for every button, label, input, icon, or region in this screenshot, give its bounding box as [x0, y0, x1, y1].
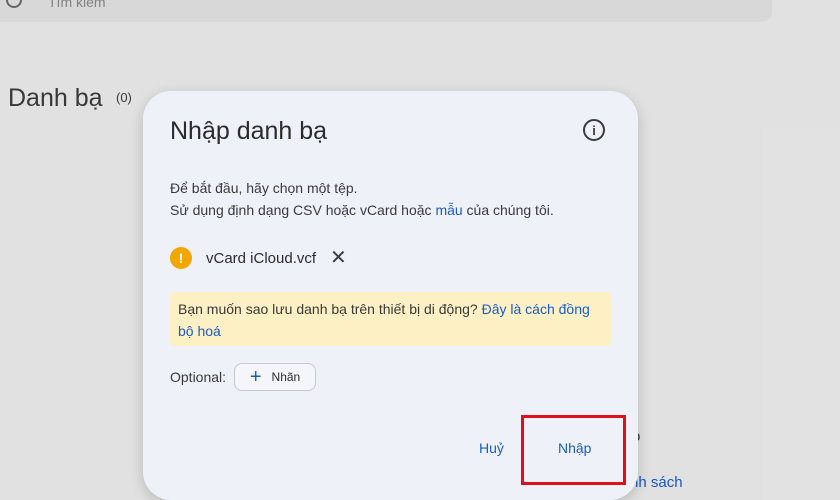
selected-file-row: ! vCard iCloud.vcf ✕ — [170, 246, 347, 270]
plus-icon: + — [249, 366, 262, 388]
description-text-suffix: của chúng tôi. — [462, 202, 554, 218]
description-text: Sử dụng định dạng CSV hoặc vCard hoặc — [170, 202, 436, 218]
description-line-2: Sử dụng định dạng CSV hoặc vCard hoặc mẫ… — [170, 199, 554, 221]
add-label-text: Nhãn — [271, 370, 301, 384]
close-icon[interactable]: ✕ — [330, 248, 347, 268]
template-link[interactable]: mẫu — [435, 202, 462, 218]
file-name: vCard iCloud.vcf — [206, 249, 317, 267]
dialog-title: Nhập danh bạ — [170, 117, 328, 145]
optional-label: Optional: — [170, 369, 227, 385]
cancel-button[interactable]: Huỷ — [479, 440, 504, 456]
dialog-description: Để bắt đầu, hãy chọn một tệp. Sử dụng đị… — [170, 177, 554, 221]
add-label-button[interactable]: + Nhãn — [234, 363, 317, 391]
info-icon[interactable]: i — [583, 119, 605, 141]
warning-icon: ! — [170, 247, 192, 269]
optional-label-row: Optional: + Nhãn — [170, 363, 317, 391]
description-line-1: Để bắt đầu, hãy chọn một tệp. — [170, 180, 358, 196]
highlight-annotation — [521, 415, 626, 485]
notice-text: Bạn muốn sao lưu danh bạ trên thiết bị d… — [178, 298, 608, 342]
notice-message: Bạn muốn sao lưu danh bạ trên thiết bị d… — [178, 301, 482, 317]
sync-notice: Bạn muốn sao lưu danh bạ trên thiết bị d… — [170, 292, 611, 346]
